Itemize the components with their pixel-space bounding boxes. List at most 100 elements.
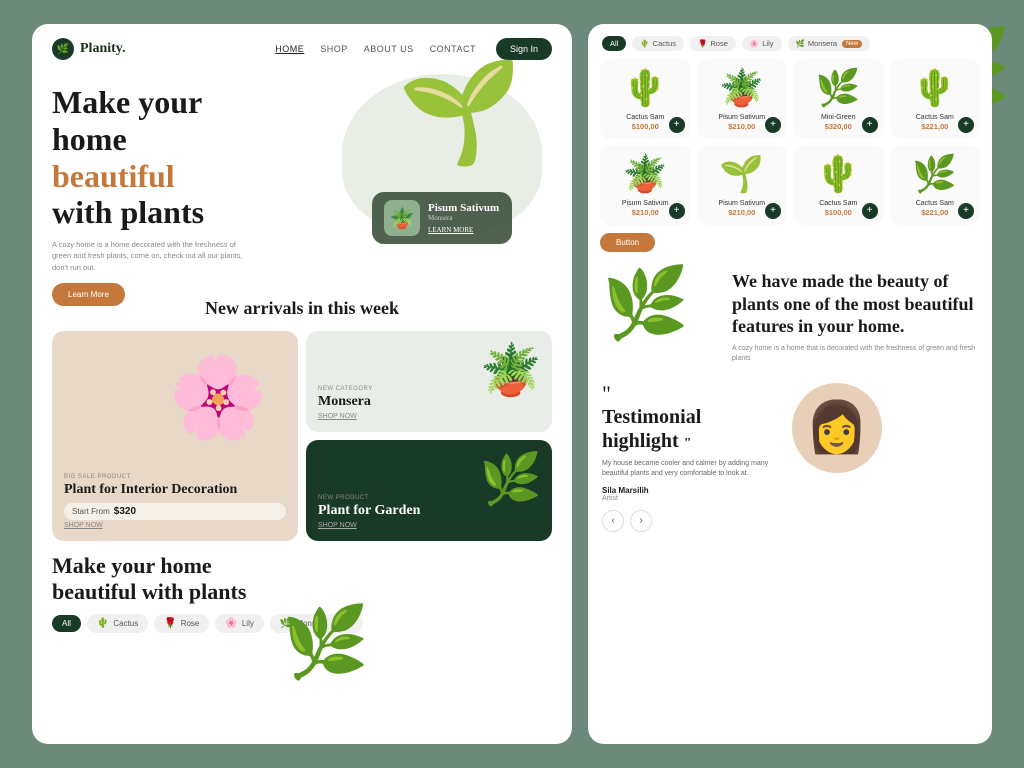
top-filter-lily-label: Lily [762, 39, 773, 48]
arrival-badge-0: Big Sale Product [64, 474, 286, 480]
shop-now-0[interactable]: SHOP NOW [64, 522, 286, 529]
pisum-learn-more[interactable]: LEARN MORE [428, 226, 499, 234]
beauty-plant-icon: 🌿 [602, 270, 722, 340]
testimonial-prev-button[interactable]: ‹ [602, 510, 624, 532]
hero-title-line2: home [52, 121, 127, 157]
top-filter-monsera[interactable]: 🌿 Monsera New [788, 36, 871, 51]
filter-tab-rose[interactable]: 🌹 Rose [154, 614, 209, 633]
filter-tab-all[interactable]: All [52, 615, 81, 632]
hero-main-plant: 🌱 [397, 54, 522, 171]
arrival-plant-garden: 🌿 [480, 450, 542, 509]
filter-tab-rose-label: Rose [181, 619, 200, 628]
arrival-card-garden: 🌿 New Product Plant for Garden SHOP NOW [306, 440, 552, 541]
product-card-0: 🌵 Cactus Sam $100,00 + [600, 59, 691, 139]
pisum-card-text: Pisum Sativum Monsera LEARN MORE [428, 202, 499, 234]
promo-button[interactable]: Button [600, 233, 655, 252]
product-card-5: 🌱 Pisum Sativum $210,00 + [697, 145, 788, 225]
product-img-1: 🪴 [703, 67, 782, 109]
top-filter-rose-icon: 🌹 [698, 39, 707, 48]
top-filter-monsera-label: Monsera [808, 39, 837, 48]
testimonial-quote: My house became cooler and calmer by add… [602, 459, 782, 480]
bottom-title-2: beautiful with plants [52, 579, 246, 604]
product-card-3: 🌵 Cactus Sam $221,00 + [890, 59, 981, 139]
nav-links: HOME SHOP ABOUT US CONTACT [275, 44, 476, 54]
testimonial-nav: ‹ › [602, 510, 782, 532]
top-filter-lily[interactable]: 🌸 Lily [742, 36, 782, 51]
hero-plant-area: 🌱 🪴 Pisum Sativum Monsera LEARN MORE [322, 74, 542, 254]
price-label: Start From [72, 507, 110, 516]
filter-tab-cactus[interactable]: 🌵 Cactus [87, 614, 148, 633]
testimonial-next-button[interactable]: › [630, 510, 652, 532]
nav-about[interactable]: ABOUT US [364, 44, 414, 54]
hero-title-line3: with plants [52, 194, 204, 230]
product-grid: 🌵 Cactus Sam $100,00 + 🪴 Pisum Sativum $… [588, 59, 992, 225]
shop-now-2[interactable]: SHOP NOW [318, 522, 540, 529]
pisum-category: Monsera [428, 214, 499, 222]
top-filter-monsera-icon: 🌿 [796, 39, 805, 48]
hero-title-highlight: beautiful [52, 158, 175, 194]
hero-section: Make your home beautiful with plants A c… [32, 74, 572, 284]
top-filter-all[interactable]: All [602, 36, 626, 51]
testimonial-section: " Testimonial highlight " My house becam… [588, 375, 992, 540]
testimonial-title-2: highlight [602, 430, 679, 452]
testimonial-avatar: 👩 [792, 383, 882, 473]
product-img-7: 🌿 [896, 153, 975, 195]
bottom-section: Make your home beautiful with plants All… [32, 541, 572, 641]
top-new-badge: New [842, 40, 862, 48]
filter-tab-monsera[interactable]: 🌿 Monsera New [270, 614, 364, 633]
top-filter-cactus-label: Cactus [653, 39, 676, 48]
quote-close-icon: " [684, 436, 692, 451]
left-panel: 🌿 Planity. HOME SHOP ABOUT US CONTACT Si… [32, 24, 572, 744]
learn-more-button[interactable]: Learn More [52, 283, 125, 306]
product-img-6: 🌵 [799, 153, 878, 195]
product-card-1: 🪴 Pisum Sativum $210,00 + [697, 59, 788, 139]
beauty-text: We have made the beauty of plants one of… [732, 270, 978, 365]
product-img-3: 🌵 [896, 67, 975, 109]
lily-icon: 🌸 [225, 618, 237, 629]
right-panel: All 🌵 Cactus 🌹 Rose 🌸 Lily 🌿 Monsera New [588, 24, 992, 744]
monsera-icon: 🌿 [280, 618, 292, 629]
add-btn-0[interactable]: + [669, 117, 685, 133]
top-filter-rose[interactable]: 🌹 Rose [690, 36, 736, 51]
nav-shop[interactable]: SHOP [320, 44, 348, 54]
shop-now-1[interactable]: SHOP NOW [318, 413, 540, 420]
bottom-title: Make your home beautiful with plants [52, 553, 552, 606]
rose-icon: 🌹 [164, 618, 176, 629]
pisum-card: 🪴 Pisum Sativum Monsera LEARN MORE [372, 192, 512, 244]
add-btn-4[interactable]: + [669, 203, 685, 219]
add-btn-3[interactable]: + [958, 117, 974, 133]
hero-text: Make your home beautiful with plants A c… [52, 84, 252, 306]
filter-tab-all-label: All [62, 619, 71, 628]
beauty-description: A cozy home is a home that is decorated … [732, 344, 978, 365]
top-filter-all-label: All [610, 39, 618, 48]
nav-home[interactable]: HOME [275, 44, 304, 54]
add-btn-6[interactable]: + [862, 203, 878, 219]
filter-tab-lily[interactable]: 🌸 Lily [215, 614, 263, 633]
hero-description: A cozy home is a home decorated with the… [52, 239, 252, 273]
arrival-name-0: Plant for Interior Decoration [64, 482, 286, 499]
add-btn-2[interactable]: + [862, 117, 878, 133]
promo-area: Button [588, 225, 992, 260]
add-btn-1[interactable]: + [765, 117, 781, 133]
top-filter-cactus[interactable]: 🌵 Cactus [632, 36, 684, 51]
arrival-plant-monsera: 🪴 [480, 341, 542, 400]
product-card-7: 🌿 Cactus Sam $221,00 + [890, 145, 981, 225]
product-img-0: 🌵 [606, 67, 685, 109]
product-card-6: 🌵 Cactus Sam $100,00 + [793, 145, 884, 225]
product-img-4: 🪴 [606, 153, 685, 195]
arrival-card-monsera: 🪴 New Category Monsera SHOP NOW [306, 331, 552, 432]
filter-tab-monsera-label: Monsera [296, 619, 327, 628]
arrival-card-interior: 🌸 Big Sale Product Plant for Interior De… [52, 331, 298, 541]
product-img-5: 🌱 [703, 153, 782, 195]
new-arrivals-section: New arrivals in this week 🌸 Big Sale Pro… [32, 284, 572, 541]
pisum-thumb: 🪴 [384, 200, 420, 236]
beauty-title: We have made the beauty of plants one of… [732, 270, 978, 338]
testimonial-title-1: Testimonial [602, 406, 701, 428]
cactus-icon: 🌵 [97, 618, 109, 629]
product-card-2: 🌿 Mini-Green $320,00 + [793, 59, 884, 139]
product-card-4: 🪴 Pisum Sativum $210,00 + [600, 145, 691, 225]
top-filter-rose-label: Rose [710, 39, 728, 48]
nav-contact[interactable]: CONTACT [430, 44, 476, 54]
top-filter-cactus-icon: 🌵 [640, 39, 649, 48]
brand-logo[interactable]: 🌿 Planity. [52, 38, 126, 60]
